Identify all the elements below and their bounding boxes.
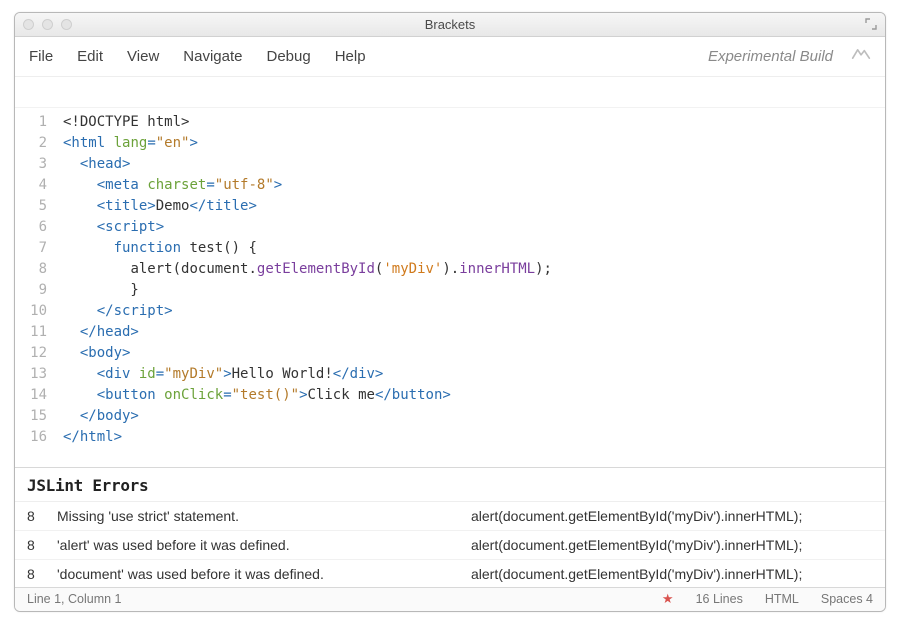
language-mode[interactable]: HTML xyxy=(765,592,799,606)
extension-manager-icon[interactable] xyxy=(851,47,871,65)
code-line[interactable]: <button onClick="test()">Click me</butto… xyxy=(63,385,885,406)
error-message: Missing 'use strict' statement. xyxy=(57,508,471,524)
jslint-status-icon[interactable]: ★ xyxy=(662,591,674,607)
menu-item-navigate[interactable]: Navigate xyxy=(183,48,242,65)
code-line[interactable]: </head> xyxy=(63,322,885,343)
line-number: 15 xyxy=(15,406,47,427)
app-window: Brackets File Edit View Navigate Debug Help E… xyxy=(14,12,886,612)
menubar: File Edit View Navigate Debug Help Experiment… xyxy=(15,37,885,77)
menu-item-file[interactable]: File xyxy=(29,48,53,65)
jslint-panel-title: JSLint Errors xyxy=(15,468,885,502)
jslint-error-row[interactable]: 8'document' was used before it was defin… xyxy=(15,560,885,587)
line-number: 7 xyxy=(15,238,47,259)
line-number: 6 xyxy=(15,217,47,238)
line-number: 1 xyxy=(15,112,47,133)
menu-item-help[interactable]: Help xyxy=(335,48,366,65)
code-line[interactable]: <html lang="en"> xyxy=(63,133,885,154)
line-number: 9 xyxy=(15,280,47,301)
code-line[interactable]: <meta charset="utf-8"> xyxy=(63,175,885,196)
error-message: 'document' was used before it was define… xyxy=(57,566,471,582)
window-title: Brackets xyxy=(15,17,885,32)
menu-item-debug[interactable]: Debug xyxy=(266,48,310,65)
line-number: 10 xyxy=(15,301,47,322)
error-line-number: 8 xyxy=(27,508,57,524)
error-evidence: alert(document.getElementById('myDiv').i… xyxy=(471,537,873,553)
line-number: 4 xyxy=(15,175,47,196)
jslint-error-row[interactable]: 8Missing 'use strict' statement.alert(do… xyxy=(15,502,885,531)
line-number: 8 xyxy=(15,259,47,280)
line-number: 12 xyxy=(15,343,47,364)
minimize-window-button[interactable] xyxy=(42,19,53,30)
error-line-number: 8 xyxy=(27,566,57,582)
code-line[interactable]: <div id="myDiv">Hello World!</div> xyxy=(63,364,885,385)
code-content[interactable]: <!DOCTYPE html><html lang="en"> <head> <… xyxy=(57,112,885,467)
zoom-window-button[interactable] xyxy=(61,19,72,30)
fullscreen-icon[interactable] xyxy=(865,18,877,30)
indent-info[interactable]: Spaces 4 xyxy=(821,592,873,606)
code-line[interactable]: </script> xyxy=(63,301,885,322)
jslint-panel: JSLint Errors 8Missing 'use strict' stat… xyxy=(15,467,885,587)
code-line[interactable]: </body> xyxy=(63,406,885,427)
titlebar: Brackets xyxy=(15,13,885,37)
code-line[interactable]: <!DOCTYPE html> xyxy=(63,112,885,133)
code-editor[interactable]: 12345678910111213141516 <!DOCTYPE html><… xyxy=(15,107,885,467)
cursor-position[interactable]: Line 1, Column 1 xyxy=(27,592,122,606)
document-header xyxy=(15,77,885,107)
code-line[interactable]: <script> xyxy=(63,217,885,238)
menu-item-view[interactable]: View xyxy=(127,48,159,65)
line-number: 14 xyxy=(15,385,47,406)
line-number: 5 xyxy=(15,196,47,217)
line-number: 16 xyxy=(15,427,47,448)
error-line-number: 8 xyxy=(27,537,57,553)
line-count: 16 Lines xyxy=(696,592,743,606)
statusbar: Line 1, Column 1 ★ 16 Lines HTML Spaces … xyxy=(15,587,885,611)
code-line[interactable]: </html> xyxy=(63,427,885,448)
line-number: 13 xyxy=(15,364,47,385)
error-message: 'alert' was used before it was defined. xyxy=(57,537,471,553)
close-window-button[interactable] xyxy=(23,19,34,30)
code-line[interactable]: <head> xyxy=(63,154,885,175)
code-line[interactable]: alert(document.getElementById('myDiv').i… xyxy=(63,259,885,280)
line-number: 3 xyxy=(15,154,47,175)
code-line[interactable]: <title>Demo</title> xyxy=(63,196,885,217)
experimental-build-label: Experimental Build xyxy=(708,48,833,65)
code-line[interactable]: } xyxy=(63,280,885,301)
code-line[interactable]: <body> xyxy=(63,343,885,364)
menu-item-edit[interactable]: Edit xyxy=(77,48,103,65)
line-number: 11 xyxy=(15,322,47,343)
line-number: 2 xyxy=(15,133,47,154)
jslint-error-row[interactable]: 8'alert' was used before it was defined.… xyxy=(15,531,885,560)
error-evidence: alert(document.getElementById('myDiv').i… xyxy=(471,566,873,582)
error-evidence: alert(document.getElementById('myDiv').i… xyxy=(471,508,873,524)
code-line[interactable]: function test() { xyxy=(63,238,885,259)
line-number-gutter: 12345678910111213141516 xyxy=(15,112,57,467)
window-controls xyxy=(23,19,72,30)
jslint-error-list: 8Missing 'use strict' statement.alert(do… xyxy=(15,502,885,587)
